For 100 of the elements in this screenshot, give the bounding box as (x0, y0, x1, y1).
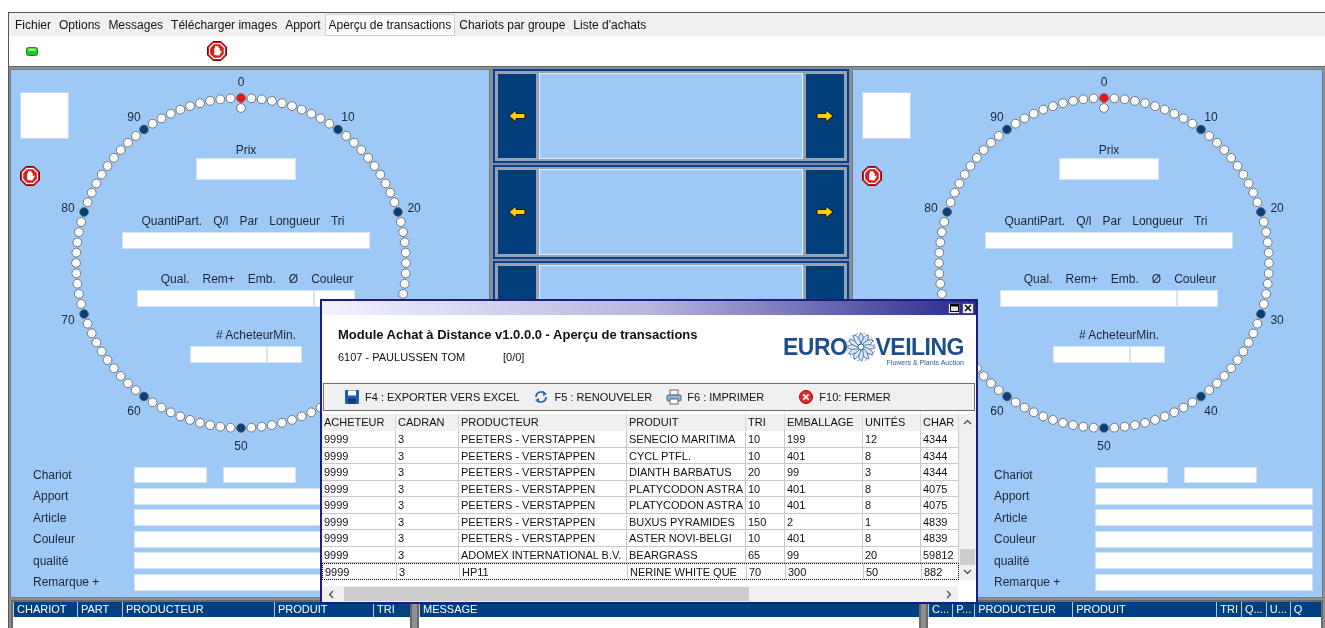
image-box (862, 92, 911, 139)
column-label: Quanti (141, 214, 177, 228)
menu-tab[interactable]: Télécharger images (167, 13, 282, 36)
minimum-field[interactable] (267, 346, 302, 363)
column-header[interactable]: CHARIOT (13, 602, 77, 617)
column-label: Ø (288, 272, 299, 286)
toolbar-button[interactable]: F5 : RENOUVELER (533, 389, 653, 405)
restore-button[interactable] (948, 302, 960, 314)
table-cell: 300 (786, 564, 864, 579)
vertical-scrollbar[interactable] (959, 414, 976, 580)
scroll-thumb[interactable] (344, 587, 749, 601)
dial-number: 20 (1270, 200, 1284, 215)
table-cell: 50 (864, 564, 922, 579)
close-icon (798, 389, 815, 405)
lot-details-field[interactable] (122, 232, 370, 249)
table-cell: 3 (863, 464, 921, 480)
table-cell: 1 (863, 513, 921, 529)
lot-details-field[interactable] (985, 232, 1233, 249)
table-cell: 20 (746, 464, 785, 480)
previous-button[interactable] (497, 73, 537, 159)
table-row[interactable]: 9999 3 PEETERS - VERSTAPPEN ASTER NOVI-BELGI 10 401 8 4839 (322, 530, 959, 547)
column-header[interactable]: PRODUCTEUR (122, 602, 274, 617)
table-cell: PEETERS - VERSTAPPEN (459, 513, 627, 529)
column-header[interactable]: TRI (746, 414, 785, 431)
table-row[interactable]: 9999 3 PEETERS - VERSTAPPEN SENECIO MARITIMA 10 199 12 4344 (322, 431, 959, 448)
input-field[interactable] (1184, 466, 1257, 483)
toolbar-button[interactable]: F10: FERMER (798, 389, 891, 405)
column-header[interactable]: PRODUCTEUR (459, 414, 627, 431)
column-header[interactable]: Q... (1240, 602, 1266, 617)
table-cell: 9999 (322, 447, 396, 463)
input-field[interactable] (1095, 573, 1313, 591)
table-cell: SENECIO MARITIMA (627, 431, 746, 447)
table-cell: DIANTH BARBATUS (627, 464, 746, 480)
input-field[interactable] (1095, 487, 1313, 505)
column-header[interactable]: ACHETEUR (322, 414, 396, 431)
table-cell: ASTER NOVI-BELGI (627, 530, 746, 546)
price-field[interactable] (1059, 158, 1159, 180)
field-label: Apport (33, 489, 70, 504)
column-header[interactable]: CADRAN (396, 414, 459, 431)
table-row[interactable]: 9999 3 PEETERS - VERSTAPPEN CYCL PTFL. 10 401 8 4344 (322, 447, 959, 464)
quality-field[interactable] (137, 290, 314, 307)
menu-tab[interactable]: Options (55, 13, 105, 36)
input-field[interactable] (134, 466, 207, 483)
toolbar-button[interactable]: F6 : IMPRIMER (666, 389, 765, 405)
buyer-field[interactable] (1053, 346, 1130, 363)
table-cell: PEETERS - VERSTAPPEN (459, 497, 627, 513)
buyer-field[interactable] (190, 346, 267, 363)
counter: [0/0] (503, 351, 525, 363)
column-header[interactable]: PART (77, 602, 122, 617)
table-cell: 12 (863, 431, 921, 447)
next-button[interactable] (805, 73, 845, 159)
menu-tab[interactable]: Aperçu de transactions (324, 13, 456, 36)
table-cell: PEETERS - VERSTAPPEN (459, 464, 627, 480)
menu-tab[interactable]: Chariots par groupe (455, 13, 570, 36)
table-cell: 3 (396, 530, 459, 546)
minimum-field[interactable] (1130, 346, 1165, 363)
input-field[interactable] (223, 466, 296, 483)
table-cell: 9999 (322, 546, 396, 562)
color-field[interactable] (1177, 290, 1218, 307)
column-header[interactable]: TRI (1216, 602, 1241, 617)
input-field[interactable] (1095, 530, 1313, 548)
table-row[interactable]: 9999 3 PEETERS - VERSTAPPEN PLATYCODON ASTRA 10 401 8 4075 (322, 497, 959, 514)
column-header[interactable]: Q (1289, 602, 1306, 617)
column-header[interactable]: U... (1265, 602, 1290, 617)
column-header[interactable]: PRODUIT (1072, 602, 1217, 617)
stop-hand-icon (862, 166, 882, 186)
horizontal-scrollbar[interactable] (322, 586, 958, 602)
input-field[interactable] (1095, 509, 1313, 527)
table-cell: 20 (863, 546, 921, 562)
column-label: Tri (1193, 214, 1208, 228)
field-label: Couleur (994, 532, 1038, 547)
menu-tab[interactable]: Fichier (11, 13, 55, 36)
column-header[interactable]: PRODUIT (627, 414, 746, 431)
field-label: Remarque + (994, 575, 1062, 590)
input-field[interactable] (1095, 466, 1168, 483)
quality-field[interactable] (1000, 290, 1177, 307)
column-header[interactable]: EMBALLAGE (785, 414, 863, 431)
price-field[interactable] (196, 158, 296, 180)
table-row[interactable]: 9999 3 HP11 NERINE WHITE QUE 70 300 50 882 (322, 563, 959, 580)
menu-tab[interactable]: Liste d'achats (569, 13, 651, 36)
table-row[interactable]: 9999 3 PEETERS - VERSTAPPEN PLATYCODON ASTRA 10 401 8 4075 (322, 480, 959, 497)
table-cell: PLATYCODON ASTRA (627, 497, 746, 513)
table-cell: 9999 (322, 497, 396, 513)
toolbar-button[interactable]: F4 : EXPORTER VERS EXCEL (344, 389, 520, 405)
table-cell: 150 (746, 513, 785, 529)
close-button[interactable] (962, 302, 974, 314)
next-button[interactable] (805, 169, 845, 255)
dial-number: 0 (1100, 75, 1108, 89)
scroll-thumb[interactable] (960, 549, 975, 565)
table-cell: 3 (396, 447, 459, 463)
menu-tab[interactable]: Apport (281, 13, 325, 36)
column-header[interactable]: UNITÉS (863, 414, 921, 431)
table-row[interactable]: 9999 3 PEETERS - VERSTAPPEN DIANTH BARBATUS 20 99 3 4344 (322, 464, 959, 481)
table-cell: NERINE WHITE QUE (628, 564, 747, 579)
table-cell: 10 (746, 497, 785, 513)
table-row[interactable]: 9999 3 PEETERS - VERSTAPPEN BUXUS PYRAMIDES 150 2 1 4839 (322, 513, 959, 530)
menu-tab[interactable]: Messages (104, 13, 168, 36)
logo-text: EURO (783, 333, 848, 361)
previous-button[interactable] (497, 169, 537, 255)
input-field[interactable] (1095, 552, 1313, 570)
